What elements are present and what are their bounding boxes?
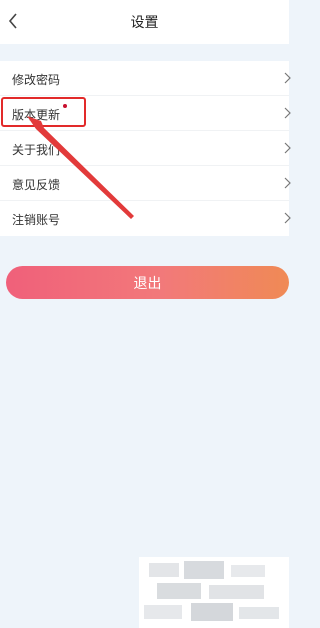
menu-item-label: 注销账号 <box>12 213 61 227</box>
settings-menu: 修改密码 版本更新 关于我们 意见反馈 注销账号 <box>0 61 291 236</box>
chevron-right-icon <box>284 107 291 119</box>
chevron-right-icon <box>284 142 291 154</box>
menu-item-label: 意见反馈 <box>12 178 61 192</box>
menu-item-about-us[interactable]: 关于我们 <box>0 131 291 166</box>
menu-item-delete-account[interactable]: 注销账号 <box>0 201 291 236</box>
header-bar: 设置 <box>0 0 289 44</box>
blurred-watermark <box>139 557 289 628</box>
chevron-right-icon <box>284 212 291 224</box>
chevron-right-icon <box>284 177 291 189</box>
menu-item-label: 关于我们 <box>12 143 61 157</box>
logout-button[interactable]: 退出 <box>6 266 289 299</box>
menu-item-label: 修改密码 <box>12 73 61 87</box>
page-title: 设置 <box>130 15 159 31</box>
menu-item-change-password[interactable]: 修改密码 <box>0 61 291 96</box>
highlight-annotation-box <box>1 97 86 127</box>
chevron-right-icon <box>284 72 291 84</box>
menu-item-feedback[interactable]: 意见反馈 <box>0 166 291 201</box>
